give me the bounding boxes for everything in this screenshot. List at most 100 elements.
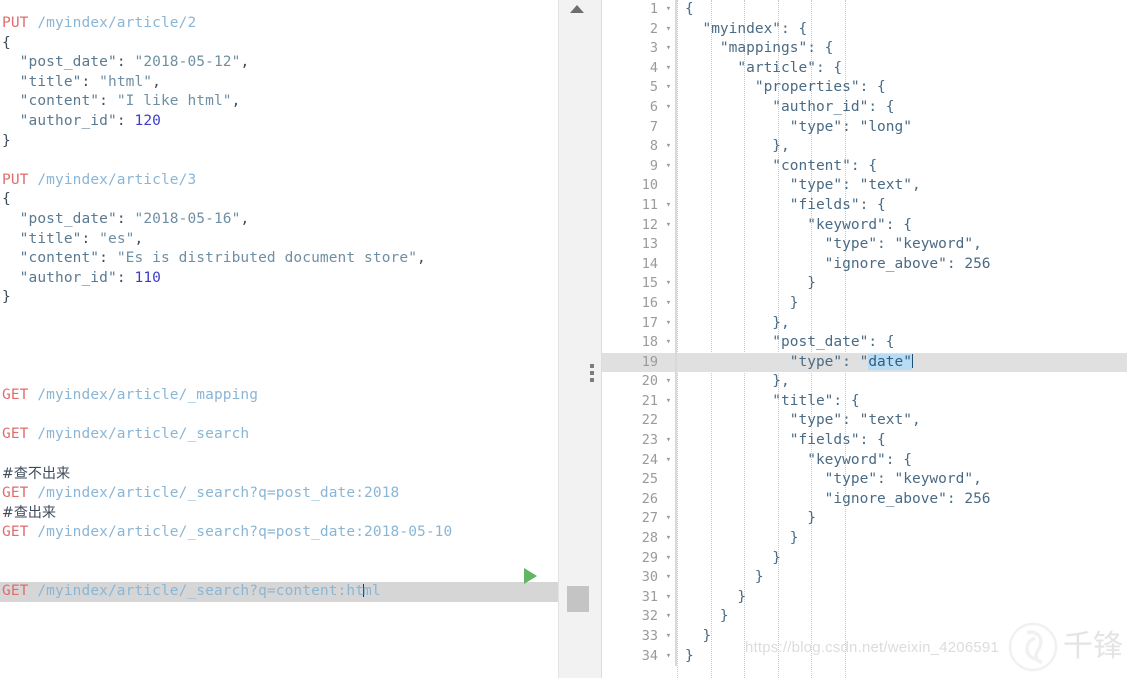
fold-toggle-icon[interactable]: ▾ <box>662 294 675 314</box>
json-line[interactable]: 29 ▾ } <box>602 548 1127 569</box>
fold-toggle-icon[interactable]: ▾ <box>662 451 675 471</box>
json-line[interactable]: 13 "type": "keyword", <box>602 235 1127 255</box>
active-request-line[interactable]: GET /myindex/article/_search?q=content:h… <box>0 582 558 602</box>
fold-toggle-icon[interactable]: ▾ <box>662 568 675 588</box>
json-line[interactable]: 24 ▾ "keyword": { <box>602 450 1127 471</box>
fold-toggle-icon[interactable]: ▾ <box>662 529 675 549</box>
request-line[interactable]: GET /myindex/article/_search?q=post_date… <box>0 484 558 504</box>
json-line[interactable]: 12 ▾ "keyword": { <box>602 215 1127 236</box>
json-body-line[interactable]: "content": "Es is distributed document s… <box>0 249 558 269</box>
json-body-line[interactable]: "post_date": "2018-05-16", <box>0 210 558 230</box>
fold-toggle-icon[interactable]: ▾ <box>662 372 675 392</box>
json-code-area[interactable]: 1 ▾{2 ▾ "myindex": {3 ▾ "mappings": {4 ▾ "ar… <box>602 0 1127 667</box>
json-body-line[interactable]: "author_id": 120 <box>0 112 558 132</box>
fold-toggle-icon[interactable]: ▾ <box>662 431 675 451</box>
line-number: 1 <box>649 1 658 17</box>
json-line[interactable]: 8 ▾ }, <box>602 137 1127 157</box>
fold-toggle-icon[interactable]: ▾ <box>662 627 675 647</box>
json-line[interactable]: 7 "type": "long" <box>602 117 1127 138</box>
json-line[interactable]: 27 ▾ } <box>602 509 1127 530</box>
json-line[interactable]: 15 ▾ } <box>602 274 1127 294</box>
json-body-line[interactable]: } <box>0 132 558 152</box>
json-line[interactable]: 34 ▾} <box>602 646 1127 667</box>
right-json-pane[interactable]: 1 ▾{2 ▾ "myindex": {3 ▾ "mappings": {4 ▾ "ar… <box>602 0 1127 678</box>
json-body-line[interactable]: } <box>0 288 558 308</box>
json-line[interactable]: 32 ▾ } <box>602 607 1127 627</box>
fold-toggle-icon[interactable]: ▾ <box>662 314 675 334</box>
json-line[interactable]: 31 ▾ } <box>602 587 1127 608</box>
request-line[interactable]: PUT /myindex/article/3 <box>0 171 558 191</box>
fold-toggle-icon[interactable]: ▾ <box>662 392 675 412</box>
json-body-line[interactable]: "title": "es", <box>0 230 558 250</box>
json-body-line[interactable]: { <box>0 190 558 210</box>
json-line[interactable]: 6 ▾ "author_id": { <box>602 97 1127 118</box>
json-line[interactable]: 5 ▾ "properties": { <box>602 78 1127 98</box>
request-line[interactable]: GET /myindex/article/_mapping <box>0 386 558 406</box>
json-body-line[interactable]: "content": "I like html", <box>0 92 558 112</box>
fold-toggle-icon[interactable]: ▾ <box>662 647 675 667</box>
request-line[interactable]: GET /myindex/article/_search?q=post_date… <box>0 523 558 543</box>
json-line[interactable]: 10 "type": "text", <box>602 176 1127 196</box>
comment-line[interactable]: #查出来 <box>0 504 558 524</box>
fold-toggle-icon[interactable]: ▾ <box>662 0 675 20</box>
fold-toggle-icon[interactable]: ▾ <box>662 607 675 627</box>
json-line[interactable]: 17 ▾ }, <box>602 313 1127 334</box>
json-line[interactable]: 22 "type": "text", <box>602 411 1127 432</box>
scroll-up-icon[interactable] <box>570 5 584 13</box>
fold-toggle-icon <box>662 353 675 373</box>
fold-toggle-icon[interactable]: ▾ <box>662 549 675 569</box>
json-line[interactable]: 33 ▾ } <box>602 627 1127 647</box>
json-line[interactable]: 16 ▾ } <box>602 293 1127 314</box>
json-line[interactable]: 18 ▾ "post_date": { <box>602 333 1127 353</box>
json-body-line[interactable]: "title": "html", <box>0 73 558 93</box>
comment-line[interactable]: #查不出来 <box>0 465 558 485</box>
json-line[interactable]: 20 ▾ }, <box>602 372 1127 392</box>
pane-splitter-column[interactable] <box>558 0 602 678</box>
fold-toggle-icon <box>662 470 675 490</box>
fold-toggle-icon[interactable]: ▾ <box>662 20 675 40</box>
json-line-text: } <box>685 588 747 605</box>
left-request-pane[interactable]: PUT /myindex/article/2{ "post_date": "20… <box>0 0 558 678</box>
json-line[interactable]: 30 ▾ } <box>602 568 1127 588</box>
fold-toggle-icon[interactable]: ▾ <box>662 196 675 216</box>
line-number: 6 <box>649 98 658 115</box>
json-line[interactable]: 2 ▾ "myindex": { <box>602 19 1127 40</box>
fold-toggle-icon[interactable]: ▾ <box>662 274 675 294</box>
fold-toggle-icon[interactable]: ▾ <box>662 588 675 608</box>
json-line[interactable]: 9 ▾ "content": { <box>602 156 1127 177</box>
json-line[interactable]: 14 "ignore_above": 256 <box>602 254 1127 275</box>
fold-toggle-icon[interactable]: ▾ <box>662 39 675 59</box>
fold-toggle-icon[interactable]: ▾ <box>662 333 675 353</box>
json-line[interactable]: 25 "type": "keyword", <box>602 470 1127 490</box>
json-body-line[interactable]: "author_id": 110 <box>0 269 558 289</box>
request-code-area[interactable]: PUT /myindex/article/2{ "post_date": "20… <box>0 0 558 602</box>
json-body-line[interactable]: "post_date": "2018-05-12", <box>0 53 558 73</box>
fold-toggle-icon[interactable]: ▾ <box>662 98 675 118</box>
fold-toggle-icon[interactable]: ▾ <box>662 216 675 236</box>
fold-toggle-icon[interactable]: ▾ <box>662 78 675 98</box>
json-line[interactable]: 11 ▾ "fields": { <box>602 195 1127 216</box>
json-line[interactable]: 1 ▾ { <box>602 0 1127 20</box>
line-number: 13 <box>641 236 658 253</box>
json-line[interactable]: 3 ▾ "mappings": { <box>602 39 1127 59</box>
pane-splitter-handle[interactable] <box>590 364 595 384</box>
fold-toggle-icon[interactable]: ▾ <box>662 157 675 177</box>
json-current-line[interactable]: 19 "type": "date" <box>602 352 1127 373</box>
json-line-text: } <box>685 569 764 586</box>
request-line[interactable]: PUT /myindex/article/2 <box>0 14 558 34</box>
line-number: 17 <box>641 314 658 331</box>
json-line[interactable]: 28 ▾ } <box>602 529 1127 549</box>
json-line[interactable]: 21 ▾ "title": { <box>602 391 1127 412</box>
json-line-text: "type": "text", <box>685 177 921 194</box>
fold-toggle-icon[interactable]: ▾ <box>662 137 675 157</box>
json-body-line[interactable]: { <box>0 34 558 54</box>
fold-toggle-icon <box>662 411 675 431</box>
fold-toggle-icon[interactable]: ▾ <box>662 509 675 529</box>
json-line[interactable]: 26 "ignore_above": 256 <box>602 489 1127 510</box>
run-request-play-icon[interactable] <box>524 566 544 586</box>
request-line[interactable]: GET /myindex/article/_search <box>0 425 558 445</box>
scrollbar-thumb[interactable] <box>567 586 589 612</box>
json-line[interactable]: 23 ▾ "fields": { <box>602 431 1127 451</box>
json-line[interactable]: 4 ▾ "article": { <box>602 58 1127 79</box>
fold-toggle-icon[interactable]: ▾ <box>662 59 675 79</box>
